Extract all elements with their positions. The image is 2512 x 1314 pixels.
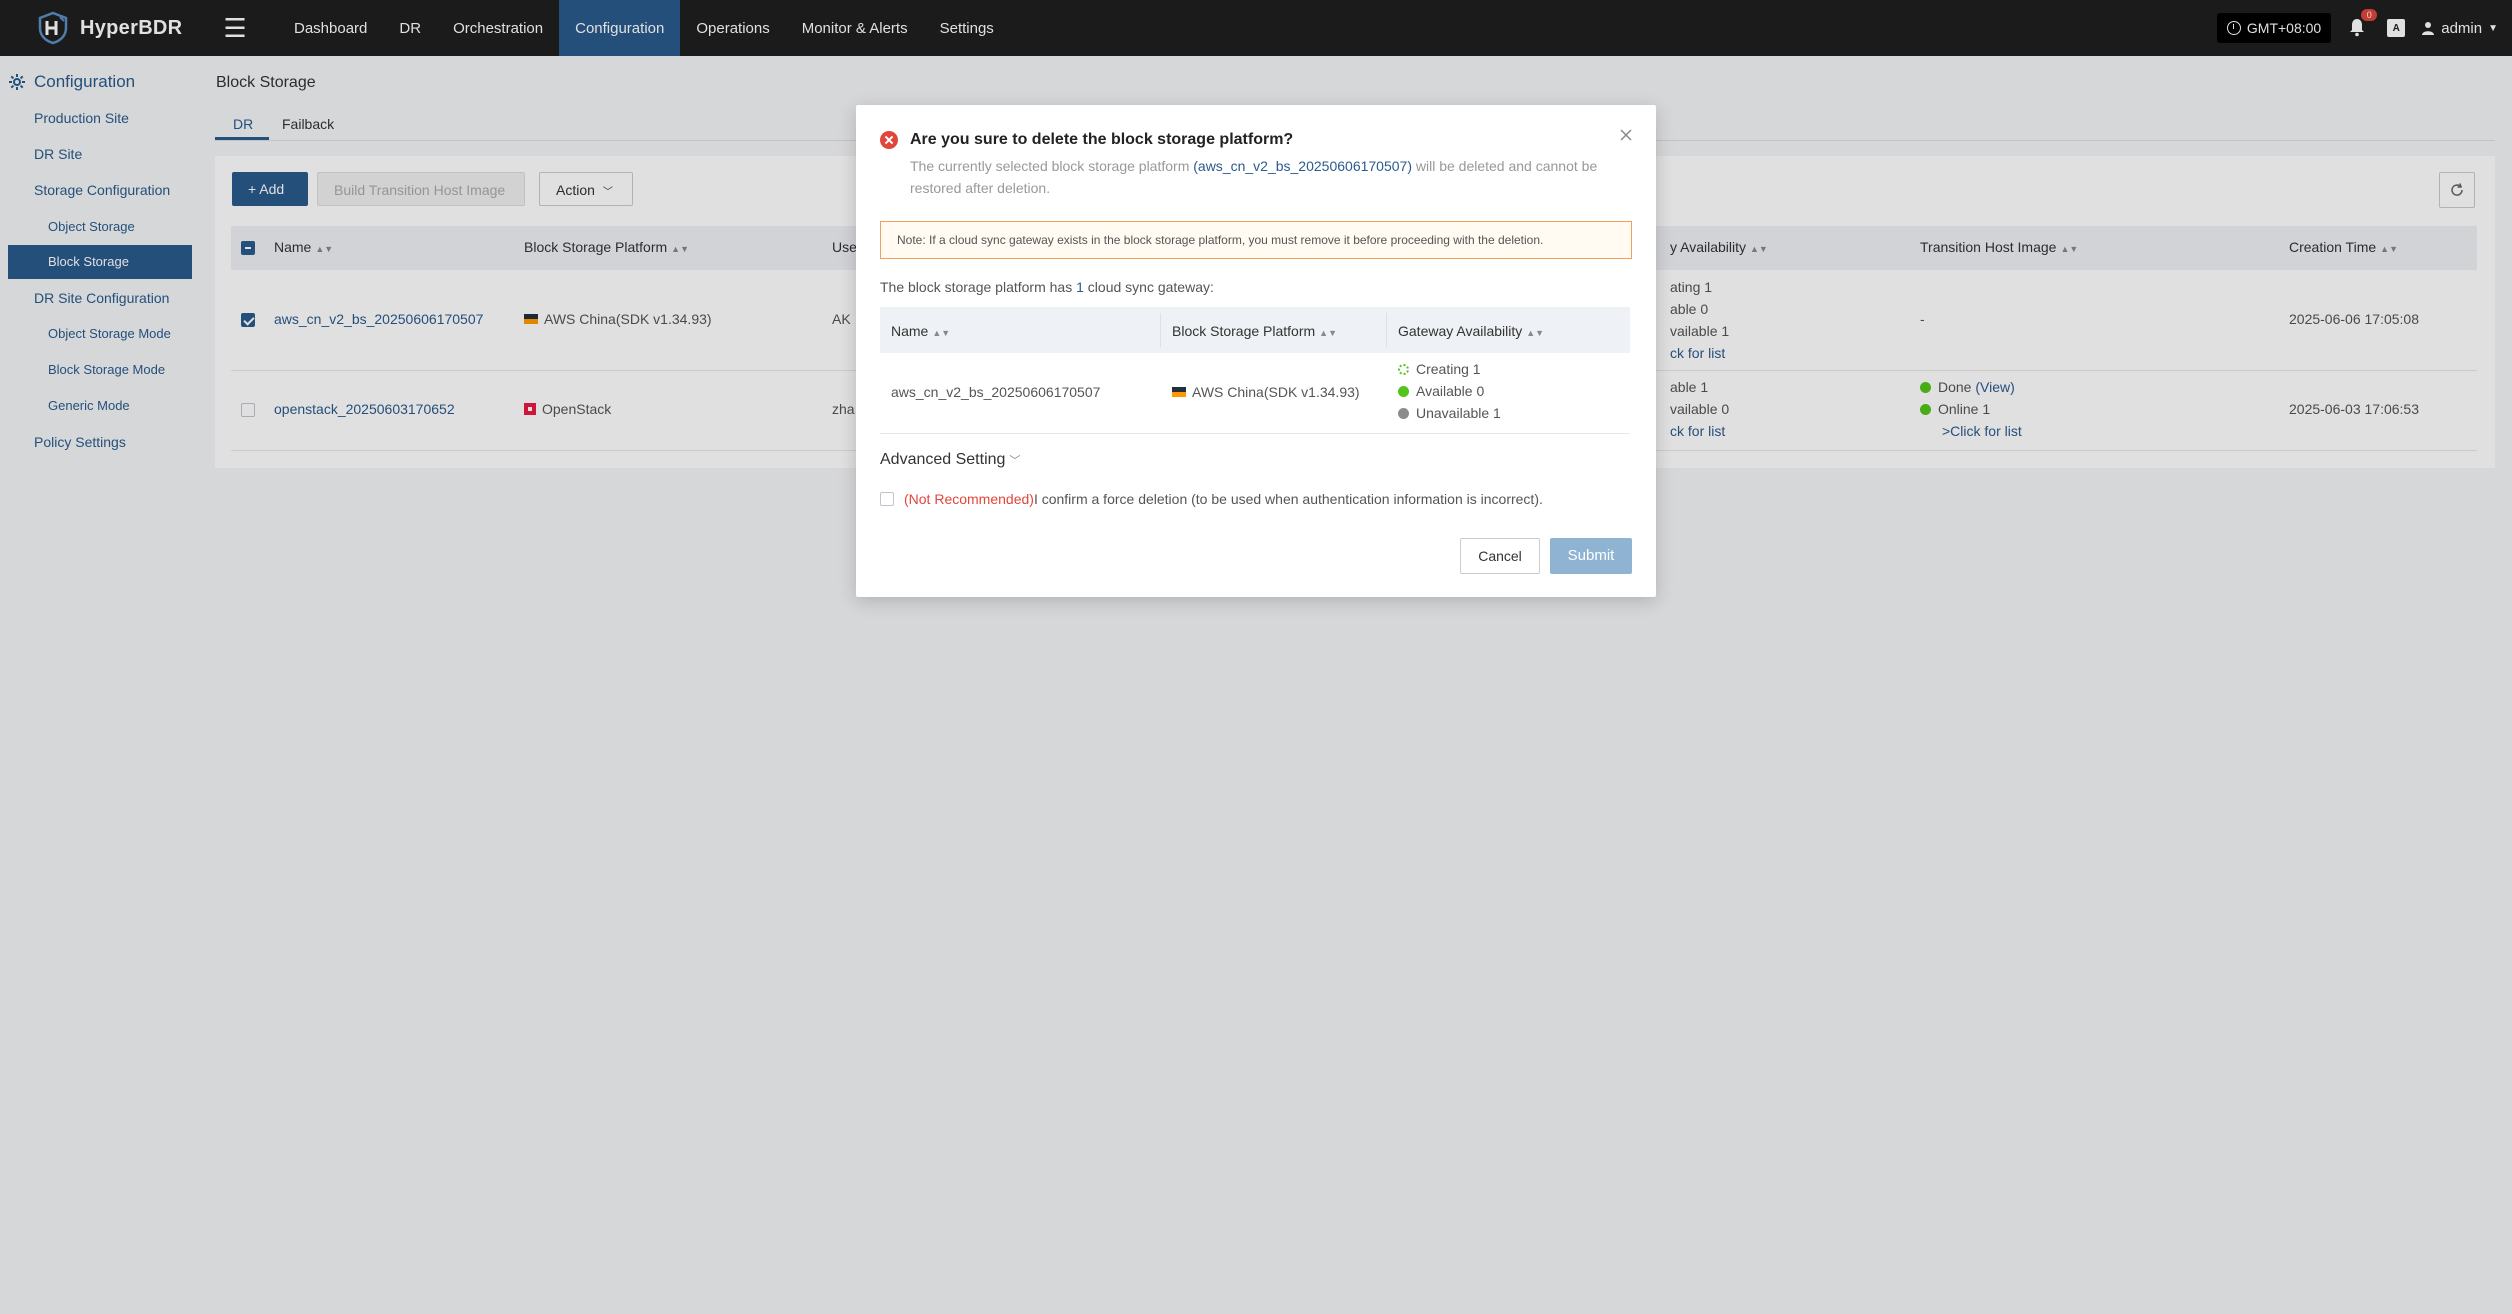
sort-icon: ▲▼ bbox=[1526, 328, 1545, 338]
status-success-icon bbox=[1398, 386, 1409, 397]
gateway-name-link[interactable]: aws_cn_v2_bs_20250606170507 bbox=[891, 384, 1100, 400]
gateway-available: Available 0 bbox=[1398, 383, 1484, 399]
platform-name-link[interactable]: (aws_cn_v2_bs_20250606170507) bbox=[1193, 158, 1412, 174]
aws-flag-icon bbox=[1172, 387, 1186, 397]
gateway-table-header: Name ▲▼ Block Storage Platform ▲▼ Gateway … bbox=[880, 307, 1630, 353]
sort-icon: ▲▼ bbox=[1319, 328, 1337, 338]
force-delete-text: I confirm a force deletion (to be used w… bbox=[1033, 491, 1543, 507]
advanced-setting-toggle[interactable]: Advanced Setting ﹀ bbox=[880, 451, 1020, 469]
warning-note: Note: If a cloud sync gateway exists in … bbox=[880, 221, 1632, 259]
gateway-platform: AWS China(SDK v1.34.93) bbox=[1172, 384, 1360, 400]
chevron-down-icon: ﹀ bbox=[1009, 455, 1021, 467]
force-delete-checkbox[interactable] bbox=[880, 492, 894, 506]
gateway-count: 1 bbox=[1076, 279, 1084, 295]
gateway-row: aws_cn_v2_bs_20250606170507 AWS China(SD… bbox=[880, 353, 1630, 434]
loading-spinner-icon bbox=[1398, 364, 1409, 375]
gateway-unavailable: Unavailable 1 bbox=[1398, 405, 1501, 421]
gateway-count-text: The block storage platform has 1 cloud s… bbox=[880, 279, 1214, 295]
cancel-button[interactable]: Cancel bbox=[1460, 538, 1540, 574]
gateway-creating: Creating 1 bbox=[1398, 361, 1481, 377]
dialog-title: Are you sure to delete the block storage… bbox=[910, 131, 1294, 148]
submit-button[interactable]: Submit bbox=[1550, 538, 1632, 574]
force-delete-option[interactable]: (Not Recommended) I confirm a force dele… bbox=[880, 491, 1543, 507]
dialog-description: The currently selected block storage pla… bbox=[910, 158, 1598, 196]
column-name[interactable]: Name ▲▼ bbox=[891, 323, 950, 339]
column-gateway-availability[interactable]: Gateway Availability ▲▼ bbox=[1398, 323, 1544, 339]
column-block-storage-platform[interactable]: Block Storage Platform ▲▼ bbox=[1172, 323, 1337, 339]
sort-icon: ▲▼ bbox=[932, 328, 951, 338]
column-divider bbox=[1386, 313, 1387, 347]
close-icon[interactable] bbox=[1618, 127, 1634, 143]
delete-confirm-dialog: Are you sure to delete the block storage… bbox=[856, 105, 1656, 597]
error-icon bbox=[880, 131, 898, 149]
status-unavailable-icon bbox=[1398, 408, 1409, 419]
column-divider bbox=[1160, 313, 1161, 347]
not-recommended-label: (Not Recommended) bbox=[904, 491, 1034, 507]
